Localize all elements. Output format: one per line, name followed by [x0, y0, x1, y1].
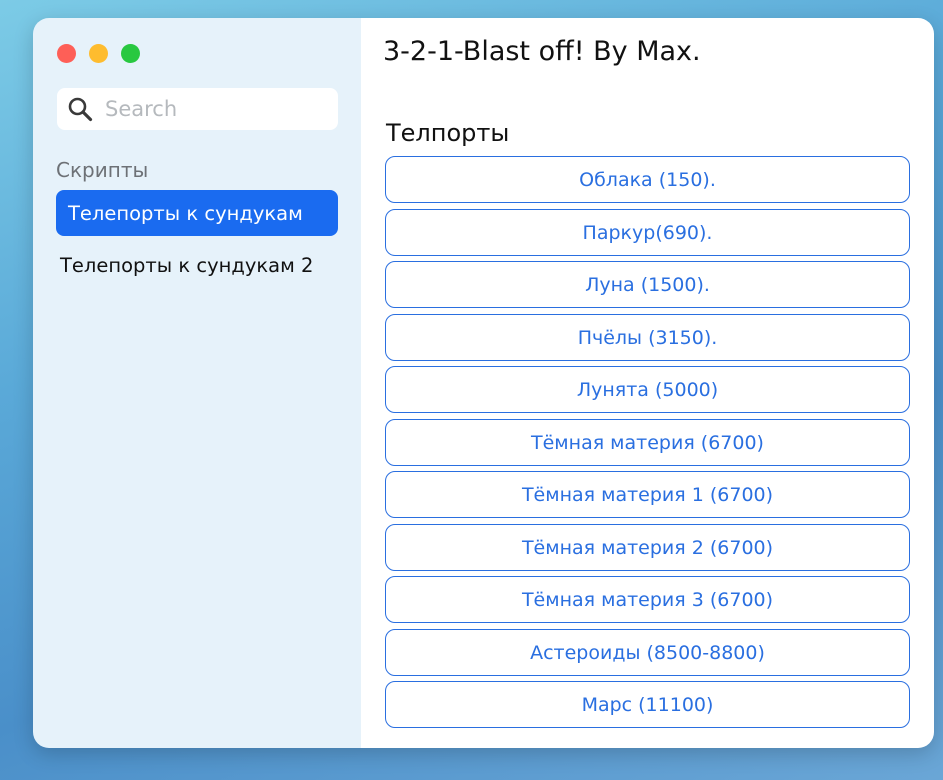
search-icon [68, 97, 93, 122]
teleport-button-moon[interactable]: Луна (1500). [385, 261, 910, 308]
close-button[interactable] [57, 44, 76, 63]
teleport-button-moonlings[interactable]: Лунята (5000) [385, 366, 910, 413]
sidebar-item-chest-teleports[interactable]: Телепорты к сундукам [56, 190, 338, 236]
teleport-button-list[interactable]: Облака (150). Паркур(690). Луна (1500). … [385, 156, 910, 728]
sidebar-item-label: Телепорты к сундукам 2 [60, 253, 314, 277]
sidebar-item-label: Телепорты к сундукам [68, 201, 303, 225]
sidebar-nav: Телепорты к сундукам Телепорты к сундука… [56, 190, 338, 294]
teleport-button-dark-matter[interactable]: Тёмная материя (6700) [385, 418, 910, 466]
sidebar-section-label: Скрипты [56, 158, 149, 182]
group-title: Телпорты [386, 119, 510, 147]
teleport-button-dark-matter-2[interactable]: Тёмная материя 2 (6700) [385, 523, 910, 571]
sidebar-item-chest-teleports-2[interactable]: Телепорты к сундукам 2 [56, 242, 338, 288]
search-box[interactable] [57, 88, 338, 130]
app-window: Скрипты Телепорты к сундукам Телепорты к… [33, 18, 934, 748]
zoom-button[interactable] [121, 44, 140, 63]
teleport-button-parkour[interactable]: Паркур(690). [385, 208, 910, 256]
minimize-button[interactable] [89, 44, 108, 63]
teleport-button-asteroids[interactable]: Астероиды (8500-8800) [385, 628, 910, 676]
page-title: 3-2-1-Blast off! By Max. [383, 36, 701, 67]
teleport-button-dark-matter-3[interactable]: Тёмная материя 3 (6700) [385, 576, 910, 623]
teleport-button-bees[interactable]: Пчёлы (3150). [385, 313, 910, 361]
main-content: 3-2-1-Blast off! By Max. Телпорты Облака… [361, 18, 934, 748]
window-controls [57, 44, 140, 63]
sidebar: Скрипты Телепорты к сундукам Телепорты к… [33, 18, 361, 748]
teleport-button-dark-matter-1[interactable]: Тёмная материя 1 (6700) [385, 471, 910, 518]
teleport-button-mars[interactable]: Марс (11100) [385, 681, 910, 728]
teleport-button-clouds[interactable]: Облака (150). [385, 156, 910, 203]
search-input[interactable] [103, 96, 327, 122]
